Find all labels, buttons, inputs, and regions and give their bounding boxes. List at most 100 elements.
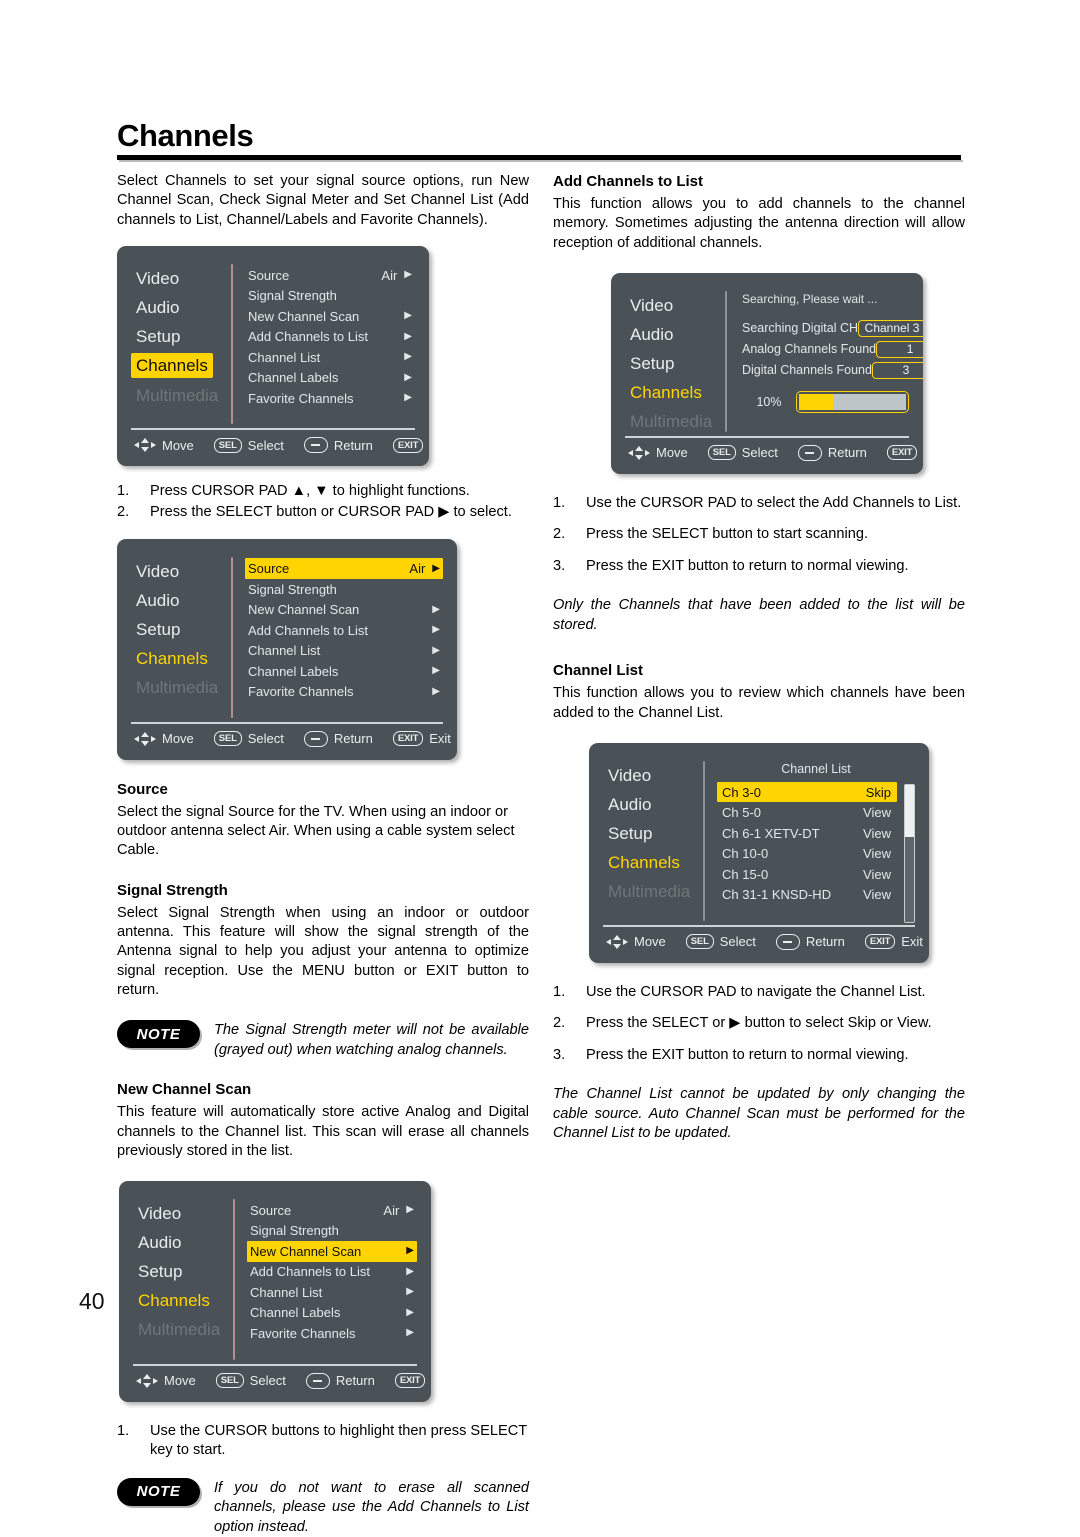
osd-row-channel-labels[interactable]: Channel Labels ▶ bbox=[245, 367, 415, 388]
table-row[interactable]: Ch 6-1 XETV-DT View bbox=[717, 823, 897, 844]
osd-category-channels[interactable]: Channels bbox=[131, 352, 213, 378]
osd-row-add-channels-to-list[interactable]: Add Channels to List ▶ bbox=[247, 1262, 417, 1283]
osd-category-channels[interactable]: Channels bbox=[131, 644, 227, 673]
osd-category-audio[interactable]: Audio bbox=[131, 293, 227, 322]
osd-row-signal-strength[interactable]: Signal Strength bbox=[245, 285, 415, 306]
osd-category-setup[interactable]: Setup bbox=[131, 615, 227, 644]
osd-row-label: Channel List bbox=[248, 349, 321, 365]
osd-row-source[interactable]: Source Air ▶ bbox=[245, 558, 443, 579]
osd-category-video[interactable]: Video bbox=[131, 557, 227, 586]
step-text: Press the EXIT button to return to norma… bbox=[586, 557, 909, 574]
osd-category-list[interactable]: Video Audio Setup Channels Multimedia bbox=[603, 759, 699, 925]
channel-list-panel[interactable]: Channel List Ch 3-0 Skip Ch 5-0 View Ch … bbox=[717, 759, 915, 925]
channel-state: Skip bbox=[865, 784, 891, 800]
hint-exit: EXIT Exit bbox=[392, 731, 451, 747]
osd-category-channels[interactable]: Channels bbox=[133, 1286, 229, 1315]
scan-row-value: Channel 3 bbox=[858, 319, 923, 337]
osd-row-label: Source bbox=[250, 1202, 292, 1218]
osd-category-video[interactable]: Video bbox=[133, 1199, 229, 1228]
hint-return-label: Return bbox=[335, 1373, 375, 1389]
osd-option-list[interactable]: Source Air ▶ Signal Strength New Channel… bbox=[247, 1197, 417, 1364]
osd-row-channel-list[interactable]: Channel List ▶ bbox=[245, 640, 443, 661]
return-key-icon bbox=[305, 1372, 330, 1389]
steps-after-first-menu: 1. Press CURSOR PAD ▲, ▼ to highlight fu… bbox=[117, 482, 529, 522]
osd-menu-new-channel-scan-selected[interactable]: Video Audio Setup Channels Multimedia So… bbox=[119, 1181, 431, 1402]
osd-category-video[interactable]: Video bbox=[603, 761, 699, 790]
chevron-right-icon: ▶ bbox=[406, 1204, 414, 1216]
table-row[interactable]: Ch 15-0 View bbox=[717, 864, 897, 885]
osd-menu-source-selected[interactable]: Video Audio Setup Channels Multimedia So… bbox=[117, 539, 457, 760]
osd-category-channels[interactable]: Channels bbox=[625, 378, 721, 407]
osd-category-video[interactable]: Video bbox=[131, 264, 227, 293]
hint-move-label: Move bbox=[656, 445, 688, 461]
osd-row-label: Channel Labels bbox=[248, 370, 339, 386]
osd-category-list[interactable]: Video Audio Setup Channels Multimedia bbox=[133, 1197, 229, 1364]
osd-row-favorite-channels[interactable]: Favorite Channels ▶ bbox=[245, 681, 443, 702]
osd-row-channel-list[interactable]: Channel List ▶ bbox=[245, 347, 415, 368]
osd-row-new-channel-scan[interactable]: New Channel Scan ▶ bbox=[245, 599, 443, 620]
channel-state: View bbox=[863, 825, 891, 841]
list-item: 1. Use the CURSOR buttons to highlight t… bbox=[117, 1422, 529, 1461]
section-heading-add-channels: Add Channels to List bbox=[553, 173, 703, 190]
osd-category-setup[interactable]: Setup bbox=[625, 349, 721, 378]
osd-row-add-channels-to-list[interactable]: Add Channels to List ▶ bbox=[245, 326, 415, 347]
osd-category-audio[interactable]: Audio bbox=[133, 1228, 229, 1257]
osd-menu-channels-highlighted[interactable]: Video Audio Setup Channels Multimedia So… bbox=[117, 245, 429, 467]
osd-category-audio[interactable]: Audio bbox=[131, 586, 227, 615]
osd-scan-progress: Searching, Please wait ... Searching Dig… bbox=[739, 289, 923, 436]
osd-row-channel-labels[interactable]: Channel Labels ▶ bbox=[247, 1303, 417, 1324]
osd-menu-channel-list[interactable]: Video Audio Setup Channels Multimedia Ch… bbox=[589, 742, 929, 963]
osd-row-signal-strength[interactable]: Signal Strength bbox=[247, 1221, 417, 1242]
osd-row-label: Channel Labels bbox=[250, 1305, 341, 1321]
osd-row-add-channels-to-list[interactable]: Add Channels to List ▶ bbox=[245, 620, 443, 641]
osd-option-list[interactable]: Source Air ▶ Signal Strength New Channel… bbox=[245, 555, 443, 722]
osd-category-list[interactable]: Video Audio Setup Channels Multimedia bbox=[131, 262, 227, 429]
hint-select-label: Select bbox=[741, 445, 778, 461]
osd-category-setup[interactable]: Setup bbox=[603, 819, 699, 848]
scrollbar-track[interactable] bbox=[905, 837, 914, 922]
osd-category-audio[interactable]: Audio bbox=[625, 320, 721, 349]
scan-row-label: Searching Digital CH bbox=[742, 321, 859, 336]
table-row[interactable]: Ch 3-0 Skip bbox=[717, 781, 897, 803]
table-row[interactable]: Ch 31-1 KNSD-HD View bbox=[717, 884, 897, 905]
osd-category-list[interactable]: Video Audio Setup Channels Multimedia bbox=[625, 289, 721, 436]
scan-row-value: 3 bbox=[871, 361, 923, 379]
osd-category-audio[interactable]: Audio bbox=[603, 790, 699, 819]
table-row[interactable]: Ch 10-0 View bbox=[717, 843, 897, 864]
osd-row-label: Signal Strength bbox=[250, 1223, 339, 1239]
osd-row-signal-strength[interactable]: Signal Strength bbox=[245, 579, 443, 600]
osd-menu-searching[interactable]: Video Audio Setup Channels Multimedia Se… bbox=[611, 272, 923, 474]
osd-row-value: Air bbox=[381, 267, 398, 283]
osd-row-favorite-channels[interactable]: Favorite Channels ▶ bbox=[247, 1323, 417, 1344]
hint-exit: EXIT Exit bbox=[864, 934, 923, 950]
steps-channel-list: 1. Use the CURSOR PAD to navigate the Ch… bbox=[553, 983, 965, 1066]
chevron-right-icon: ▶ bbox=[432, 603, 440, 615]
table-row[interactable]: Ch 5-0 View bbox=[717, 802, 897, 823]
osd-row-source[interactable]: Source Air ▶ bbox=[247, 1200, 417, 1221]
osd-row-new-channel-scan[interactable]: New Channel Scan ▶ bbox=[247, 1241, 417, 1262]
osd-row-channel-labels[interactable]: Channel Labels ▶ bbox=[245, 661, 443, 682]
osd-option-list[interactable]: Source Air ▶ Signal Strength New Channel… bbox=[245, 262, 415, 429]
chevron-right-icon: ▶ bbox=[406, 1327, 414, 1339]
chevron-right-icon: ▶ bbox=[406, 1306, 414, 1318]
osd-row-source[interactable]: Source Air ▶ bbox=[245, 265, 415, 286]
hint-return: Return bbox=[303, 437, 373, 454]
osd-category-list[interactable]: Video Audio Setup Channels Multimedia bbox=[131, 555, 227, 722]
hint-return: Return bbox=[305, 1372, 375, 1389]
osd-row-new-channel-scan[interactable]: New Channel Scan ▶ bbox=[245, 306, 415, 327]
osd-category-video[interactable]: Video bbox=[625, 291, 721, 320]
scrollbar-thumb[interactable] bbox=[905, 784, 914, 838]
hint-exit: EXIT Exit bbox=[394, 1373, 431, 1389]
channel-list-rows[interactable]: Ch 3-0 Skip Ch 5-0 View Ch 6-1 XETV-DT V… bbox=[717, 781, 897, 925]
osd-category-setup[interactable]: Setup bbox=[133, 1257, 229, 1286]
osd-row-channel-list[interactable]: Channel List ▶ bbox=[247, 1282, 417, 1303]
list-item: 1. Press CURSOR PAD ▲, ▼ to highlight fu… bbox=[117, 482, 529, 502]
osd-category-setup[interactable]: Setup bbox=[131, 322, 227, 351]
italic-note-add-channels: Only the Channels that have been added t… bbox=[553, 597, 965, 633]
cursor-pad-icon bbox=[134, 731, 156, 746]
step-number: 2. bbox=[553, 1015, 566, 1032]
scrollbar[interactable] bbox=[904, 783, 915, 923]
sel-key-icon: SEL bbox=[707, 445, 736, 461]
osd-category-channels[interactable]: Channels bbox=[603, 848, 699, 877]
osd-row-favorite-channels[interactable]: Favorite Channels ▶ bbox=[245, 388, 415, 409]
